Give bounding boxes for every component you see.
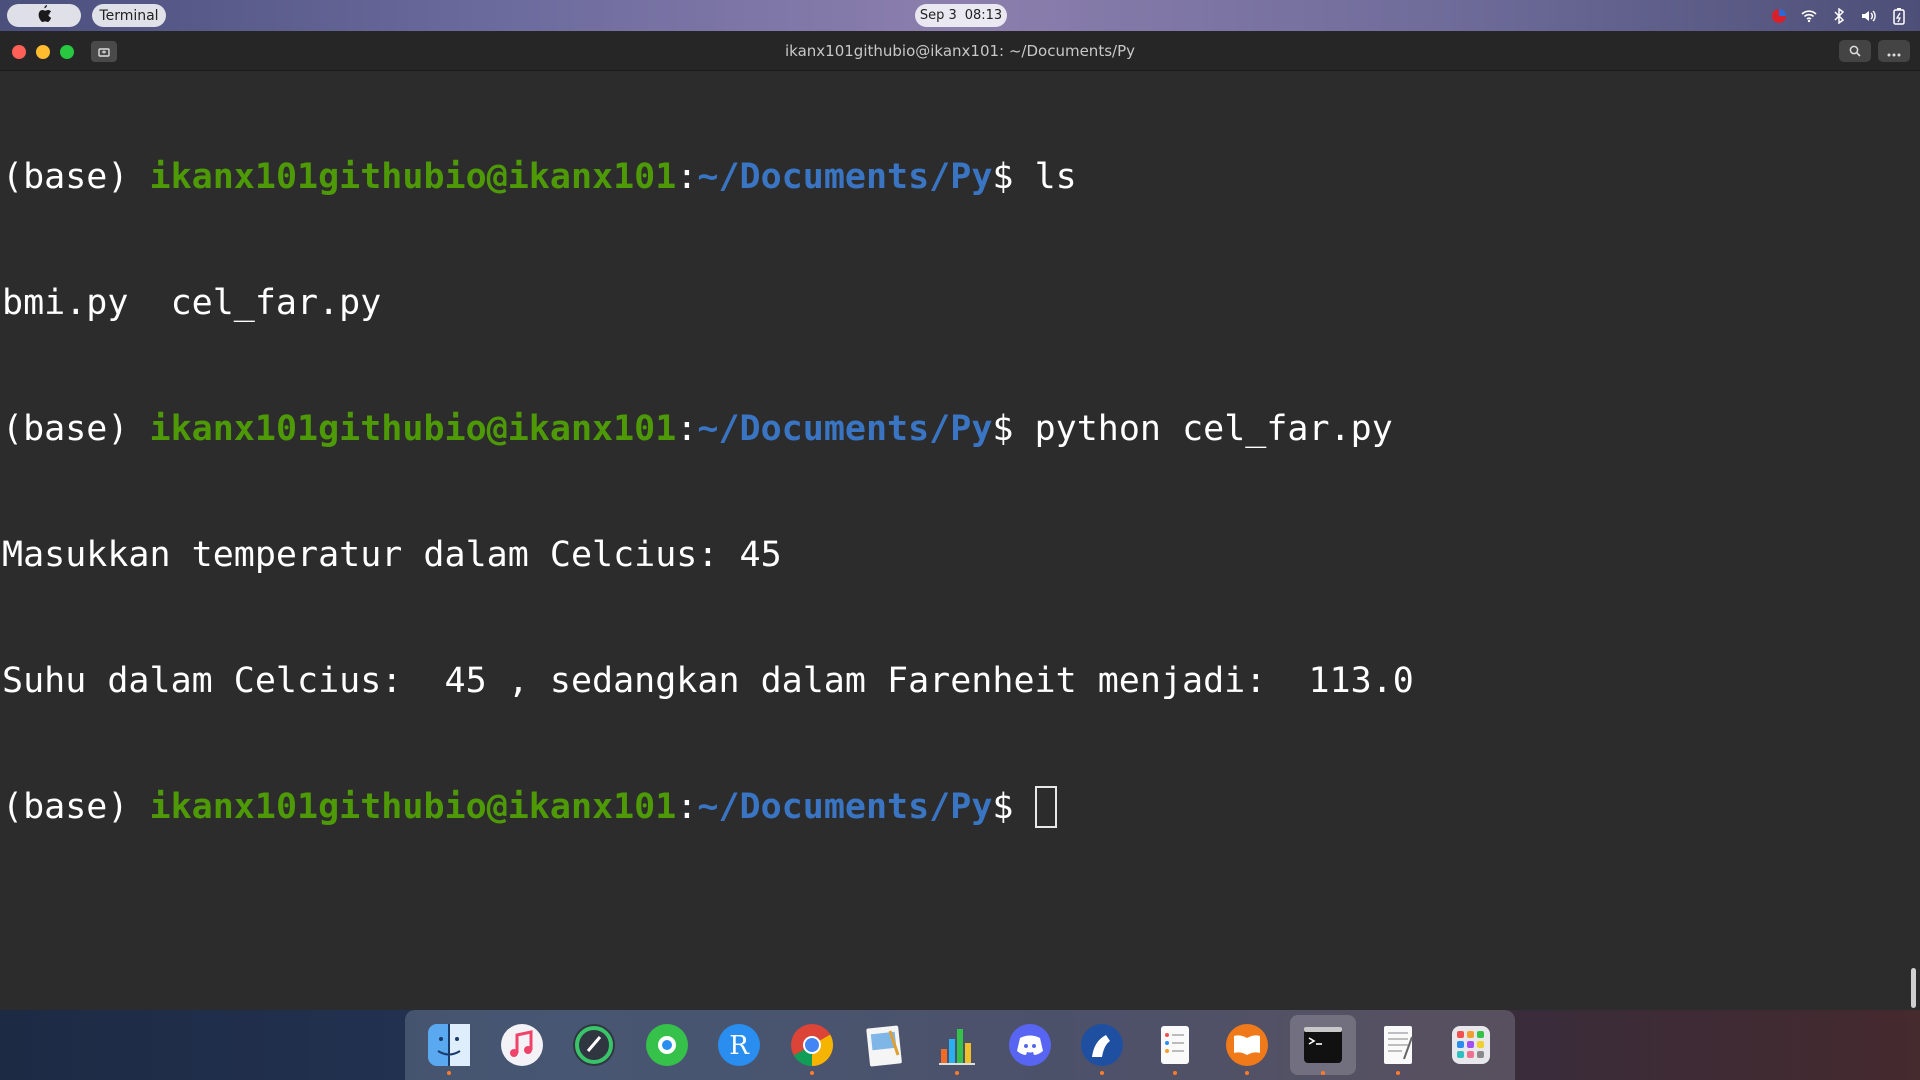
maximize-window-button[interactable] xyxy=(60,45,74,59)
apple-logo-icon xyxy=(36,4,52,27)
active-app-menu[interactable]: Terminal xyxy=(92,4,166,27)
window-title: ikanx101githubio@ikanx101: ~/Documents/P… xyxy=(785,42,1135,60)
music-icon xyxy=(500,1024,543,1066)
colon: : xyxy=(676,787,698,827)
search-button[interactable] xyxy=(1839,40,1871,62)
search-icon xyxy=(1849,42,1861,61)
text-cursor xyxy=(1034,786,1057,828)
env-label: (base) xyxy=(2,409,150,449)
prompt-symbol: $ xyxy=(992,409,1035,449)
running-indicator xyxy=(954,1071,959,1075)
prompt-symbol: $ xyxy=(992,157,1035,197)
dock-app-discord[interactable] xyxy=(1000,1015,1060,1075)
dock-app-fantastical[interactable] xyxy=(1072,1015,1132,1075)
r-language-icon: R xyxy=(718,1024,761,1066)
terminal-output[interactable]: (base) ikanx101githubio@ikanx101:~/Docum… xyxy=(0,72,1920,1010)
stats-chart-icon xyxy=(938,1029,975,1065)
dock-app-terminal[interactable] xyxy=(1289,1015,1356,1075)
running-indicator xyxy=(447,1071,452,1075)
minimize-window-button[interactable] xyxy=(36,45,50,59)
launchpad-icon xyxy=(1451,1026,1490,1064)
volume-icon[interactable] xyxy=(1860,7,1878,25)
dock-app-r[interactable]: R xyxy=(709,1015,769,1075)
env-label: (base) xyxy=(2,157,150,197)
dock-app-stats[interactable] xyxy=(927,1015,987,1075)
find-my-icon xyxy=(645,1024,688,1066)
clock[interactable]: Sep 3 08:13 xyxy=(915,4,1007,27)
apple-menu-button[interactable] xyxy=(7,4,81,27)
user-host: ikanx101githubio@ikanx101 xyxy=(149,787,677,827)
wifi-icon[interactable] xyxy=(1800,7,1818,25)
command-text: python cel_far.py xyxy=(1034,409,1393,449)
dock-app-findmy[interactable] xyxy=(637,1015,697,1075)
chrome-icon xyxy=(790,1024,833,1066)
output-line: Suhu dalam Celcius: 45 , sedangkan dalam… xyxy=(2,661,1414,701)
running-indicator xyxy=(809,1071,814,1075)
running-indicator xyxy=(1245,1071,1250,1075)
running-indicator xyxy=(1396,1071,1401,1075)
terminal-icon xyxy=(1303,1027,1342,1063)
dock-app-launchpad[interactable] xyxy=(1441,1015,1501,1075)
discord-icon xyxy=(1008,1024,1051,1066)
running-indicator xyxy=(1172,1071,1177,1075)
prompt-line: (base) ikanx101githubio@ikanx101:~/Docum… xyxy=(2,786,1920,828)
command-text: ls xyxy=(1034,157,1077,197)
new-tab-button[interactable] xyxy=(91,41,117,62)
running-indicator xyxy=(1320,1071,1325,1075)
dock-app-ccleaner[interactable] xyxy=(564,1015,624,1075)
prompt-symbol: $ xyxy=(992,787,1035,827)
date-label: Sep 3 xyxy=(919,8,957,23)
svg-text:R: R xyxy=(730,1031,751,1061)
dock-app-finder[interactable] xyxy=(419,1015,479,1075)
cwd-path: ~/Documents/Py xyxy=(697,157,993,197)
close-window-button[interactable] xyxy=(12,45,26,59)
output-line: bmi.py cel_far.py xyxy=(2,283,382,323)
terminal-titlebar: ikanx101githubio@ikanx101: ~/Documents/P… xyxy=(0,31,1920,71)
dock-app-reminders[interactable] xyxy=(1145,1015,1205,1075)
ccleaner-icon xyxy=(573,1024,616,1066)
bluetooth-icon[interactable] xyxy=(1830,7,1848,25)
color-record-icon[interactable] xyxy=(1770,7,1788,25)
cwd-path: ~/Documents/Py xyxy=(697,409,993,449)
preview-icon xyxy=(866,1025,903,1067)
dock-app-music[interactable] xyxy=(492,1015,552,1075)
books-icon xyxy=(1226,1024,1269,1066)
top-bar: Terminal Sep 3 08:13 xyxy=(0,0,1920,31)
finder-icon xyxy=(428,1024,471,1066)
menu-button[interactable] xyxy=(1878,40,1910,62)
running-indicator xyxy=(1100,1071,1105,1075)
prompt-line: (base) ikanx101githubio@ikanx101:~/Docum… xyxy=(2,408,1920,450)
textedit-icon xyxy=(1384,1026,1414,1064)
dock-app-textedit[interactable] xyxy=(1368,1015,1428,1075)
colon: : xyxy=(676,157,698,197)
output-line: Masukkan temperatur dalam Celcius: 45 xyxy=(2,535,782,575)
reminders-icon xyxy=(1160,1026,1189,1064)
time-label: 08:13 xyxy=(964,8,1003,23)
fantastical-icon xyxy=(1081,1024,1124,1066)
colon: : xyxy=(676,409,698,449)
new-tab-icon xyxy=(98,42,110,61)
battery-icon[interactable] xyxy=(1890,7,1908,25)
menu-icon xyxy=(1887,42,1901,61)
dock-app-preview[interactable] xyxy=(854,1015,914,1075)
dock-app-books[interactable] xyxy=(1217,1015,1277,1075)
env-label: (base) xyxy=(2,787,150,827)
user-host: ikanx101githubio@ikanx101 xyxy=(149,409,677,449)
scrollbar[interactable] xyxy=(1911,968,1916,1008)
cwd-path: ~/Documents/Py xyxy=(697,787,993,827)
user-host: ikanx101githubio@ikanx101 xyxy=(149,157,677,197)
dock-app-chrome[interactable] xyxy=(782,1015,842,1075)
prompt-line: (base) ikanx101githubio@ikanx101:~/Docum… xyxy=(2,156,1920,198)
system-tray xyxy=(1770,4,1908,27)
dock: R xyxy=(405,1010,1515,1080)
